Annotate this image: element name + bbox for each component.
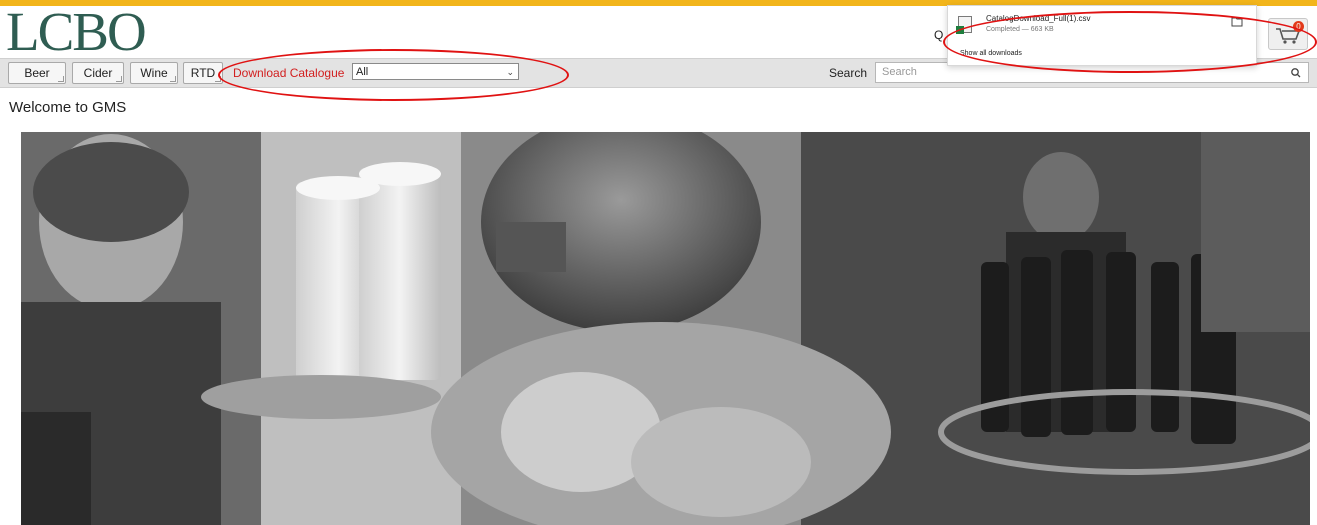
nav-wine-button[interactable]: Wine — [130, 62, 178, 84]
search-placeholder: Search — [882, 66, 917, 78]
lcbo-logo[interactable]: LCBO — [6, 4, 147, 59]
hero-banner-image — [21, 132, 1310, 525]
search-icon[interactable] — [1290, 63, 1302, 82]
page-title: Welcome to GMS — [9, 99, 127, 116]
nav-rtd-button[interactable]: RTD — [183, 62, 223, 84]
search-label: Search — [829, 66, 868, 80]
annotation-circle-download-panel — [943, 11, 1317, 73]
nav-beer-button[interactable]: Beer — [8, 62, 66, 84]
partial-header-text: Q — [934, 28, 944, 42]
nav-cider-button[interactable]: Cider — [72, 62, 124, 84]
banner-illustration — [21, 132, 1310, 525]
annotation-circle-download-catalogue — [218, 49, 569, 101]
